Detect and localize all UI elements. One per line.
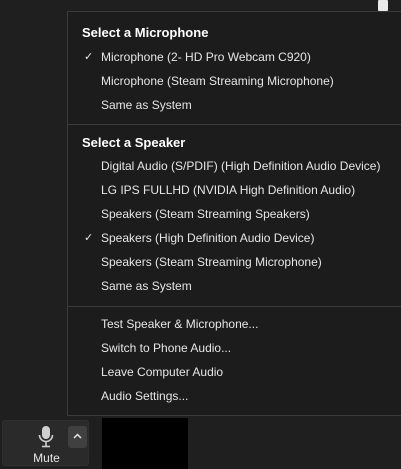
menu-item-microphone-c920[interactable]: ✓ Microphone (2- HD Pro Webcam C920) <box>68 46 401 68</box>
menu-item-label: Microphone (2- HD Pro Webcam C920) <box>101 50 311 64</box>
audio-options-menu: Select a Microphone ✓ Microphone (2- HD … <box>67 11 401 416</box>
menu-item-speaker-lg-ips[interactable]: LG IPS FULLHD (NVIDIA High Definition Au… <box>68 179 401 201</box>
menu-item-label: Digital Audio (S/PDIF) (High Definition … <box>101 159 381 173</box>
menu-item-speaker-steam-speakers[interactable]: Speakers (Steam Streaming Speakers) <box>68 203 401 225</box>
menu-item-label: Leave Computer Audio <box>101 365 224 379</box>
meeting-window: Select a Microphone ✓ Microphone (2- HD … <box>0 0 401 469</box>
mute-label: Mute <box>33 451 60 465</box>
microphone-section-header: Select a Microphone <box>82 25 209 40</box>
audio-options-caret-button[interactable] <box>68 426 87 448</box>
menu-item-microphone-steam[interactable]: Microphone (Steam Streaming Microphone) <box>68 70 401 92</box>
speaker-section-header: Select a Speaker <box>82 135 186 150</box>
menu-item-speaker-same-as-system[interactable]: Same as System <box>68 275 401 297</box>
scrollbar-thumb[interactable] <box>378 0 388 11</box>
menu-item-audio-settings[interactable]: Audio Settings... <box>68 385 401 407</box>
menu-item-speaker-digital-audio[interactable]: Digital Audio (S/PDIF) (High Definition … <box>68 155 401 177</box>
menu-item-label: LG IPS FULLHD (NVIDIA High Definition Au… <box>101 183 356 197</box>
menu-item-test-speaker-microphone[interactable]: Test Speaker & Microphone... <box>68 313 401 335</box>
menu-item-label: Audio Settings... <box>101 389 189 403</box>
menu-item-label: Speakers (High Definition Audio Device) <box>101 231 315 245</box>
video-toggle-area[interactable] <box>102 418 188 469</box>
menu-item-label: Speakers (Steam Streaming Microphone) <box>101 255 322 269</box>
menu-item-label: Microphone (Steam Streaming Microphone) <box>101 74 334 88</box>
menu-item-label: Test Speaker & Microphone... <box>101 317 259 331</box>
menu-item-label: Same as System <box>101 279 192 293</box>
menu-item-label: Speakers (Steam Streaming Speakers) <box>101 207 310 221</box>
menu-divider <box>68 306 401 307</box>
checkmark-icon: ✓ <box>84 51 94 63</box>
microphone-icon <box>37 425 55 449</box>
menu-item-leave-computer-audio[interactable]: Leave Computer Audio <box>68 361 401 383</box>
menu-item-speaker-steam-microphone[interactable]: Speakers (Steam Streaming Microphone) <box>68 251 401 273</box>
menu-item-label: Same as System <box>101 98 192 112</box>
mute-button[interactable]: Mute <box>2 420 89 466</box>
menu-item-label: Switch to Phone Audio... <box>101 341 232 355</box>
chevron-up-icon <box>73 433 82 439</box>
menu-item-speaker-hd-audio[interactable]: ✓ Speakers (High Definition Audio Device… <box>68 227 401 249</box>
menu-item-switch-to-phone-audio[interactable]: Switch to Phone Audio... <box>68 337 401 359</box>
menu-item-microphone-same-as-system[interactable]: Same as System <box>68 94 401 116</box>
checkmark-icon: ✓ <box>84 232 94 244</box>
menu-divider <box>68 124 401 125</box>
